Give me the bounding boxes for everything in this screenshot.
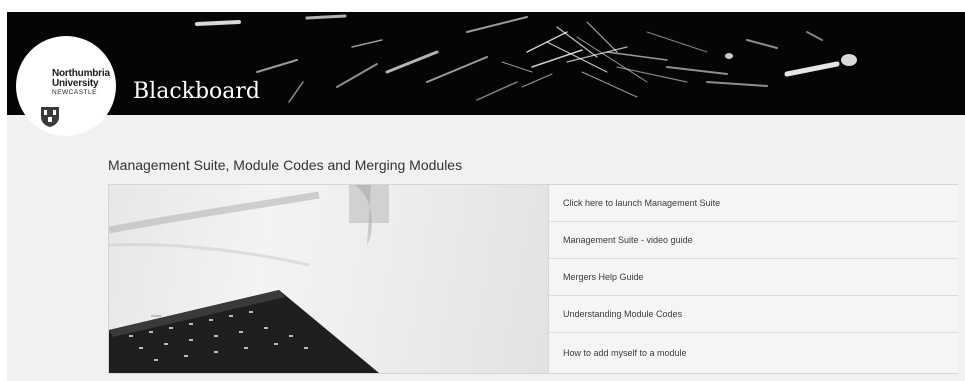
management-suite-video-guide-link[interactable]: Management Suite - video guide [549,222,958,259]
university-location: NEWCASTLE [52,89,97,96]
section-title: Management Suite, Module Codes and Mergi… [108,157,463,173]
university-crest-icon [41,107,59,127]
university-wordmark: Northumbria University NEWCASTLE [52,69,110,97]
laptop-keyboard-photo [109,185,548,373]
add-myself-to-module-link[interactable]: How to add myself to a module [549,333,958,373]
university-name-line2: University [52,78,99,89]
app-title: Blackboard [133,79,261,104]
understanding-module-codes-link[interactable]: Understanding Module Codes [549,296,958,333]
launch-management-suite-link[interactable]: Click here to launch Management Suite [549,185,958,222]
module-links-list: Click here to launch Management Suite Ma… [548,185,958,373]
university-logo-badge[interactable]: Northumbria University NEWCASTLE [16,36,116,136]
mergers-help-guide-link[interactable]: Mergers Help Guide [549,259,958,296]
module-card: Click here to launch Management Suite Ma… [108,184,958,374]
